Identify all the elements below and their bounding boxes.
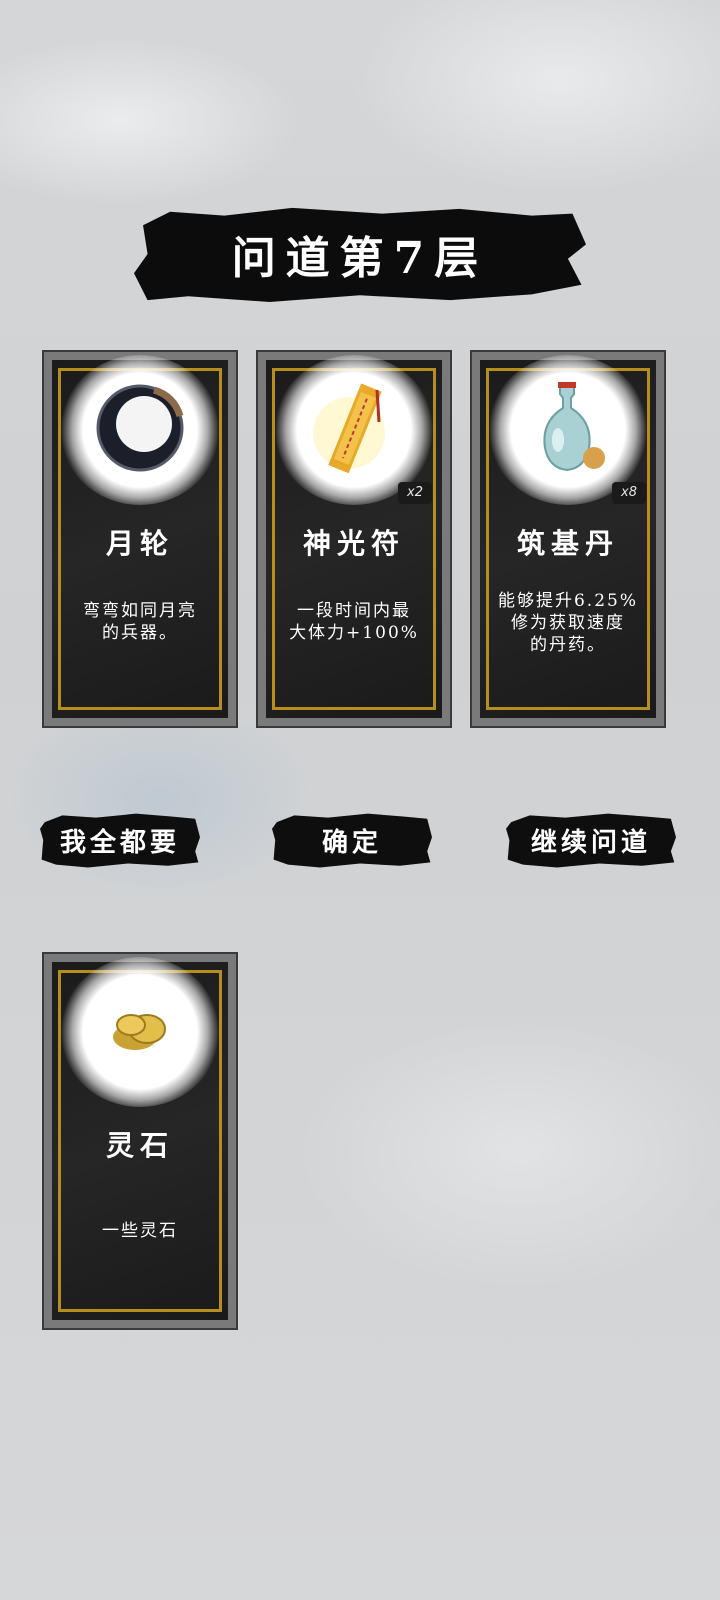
item-description: 能够提升6.25% 修为获取速度 的丹药。 <box>497 591 638 655</box>
item-name: 神光符 <box>302 527 405 560</box>
quantity-badge: x2 <box>398 482 432 504</box>
continue-button[interactable]: 继续问道 <box>506 813 676 868</box>
quantity-badge: x8 <box>612 482 646 504</box>
item-name: 筑基丹 <box>516 527 619 560</box>
elixir-vase-icon <box>528 380 608 480</box>
item-description: 弯弯如同月亮 的兵器。 <box>83 601 197 643</box>
talisman-scroll-icon <box>309 378 399 482</box>
level-title-banner: 问道第7层 <box>134 207 586 302</box>
item-name: 月轮 <box>105 527 174 560</box>
reward-card-elixir[interactable]: x8 筑基丹 能够提升6.25% 修为获取速度 的丹药。 <box>470 350 666 728</box>
moon-ring-weapon-icon <box>94 382 186 478</box>
reward-card-spirit-stone[interactable]: 灵石 一些灵石 <box>42 952 238 1330</box>
reward-card-moon-ring[interactable]: 月轮 弯弯如同月亮 的兵器。 <box>42 350 238 728</box>
level-title: 问道第7层 <box>231 233 489 284</box>
reward-card-talisman[interactable]: x2 神光符 一段时间内最 大体力+100% <box>256 350 452 728</box>
spirit-stone-icon <box>105 1005 175 1059</box>
item-name: 灵石 <box>105 1129 174 1162</box>
confirm-button[interactable]: 确定 <box>272 813 432 868</box>
take-all-button[interactable]: 我全都要 <box>40 813 200 868</box>
item-description: 一段时间内最 大体力+100% <box>289 601 419 643</box>
item-description: 一些灵石 <box>102 1221 178 1241</box>
